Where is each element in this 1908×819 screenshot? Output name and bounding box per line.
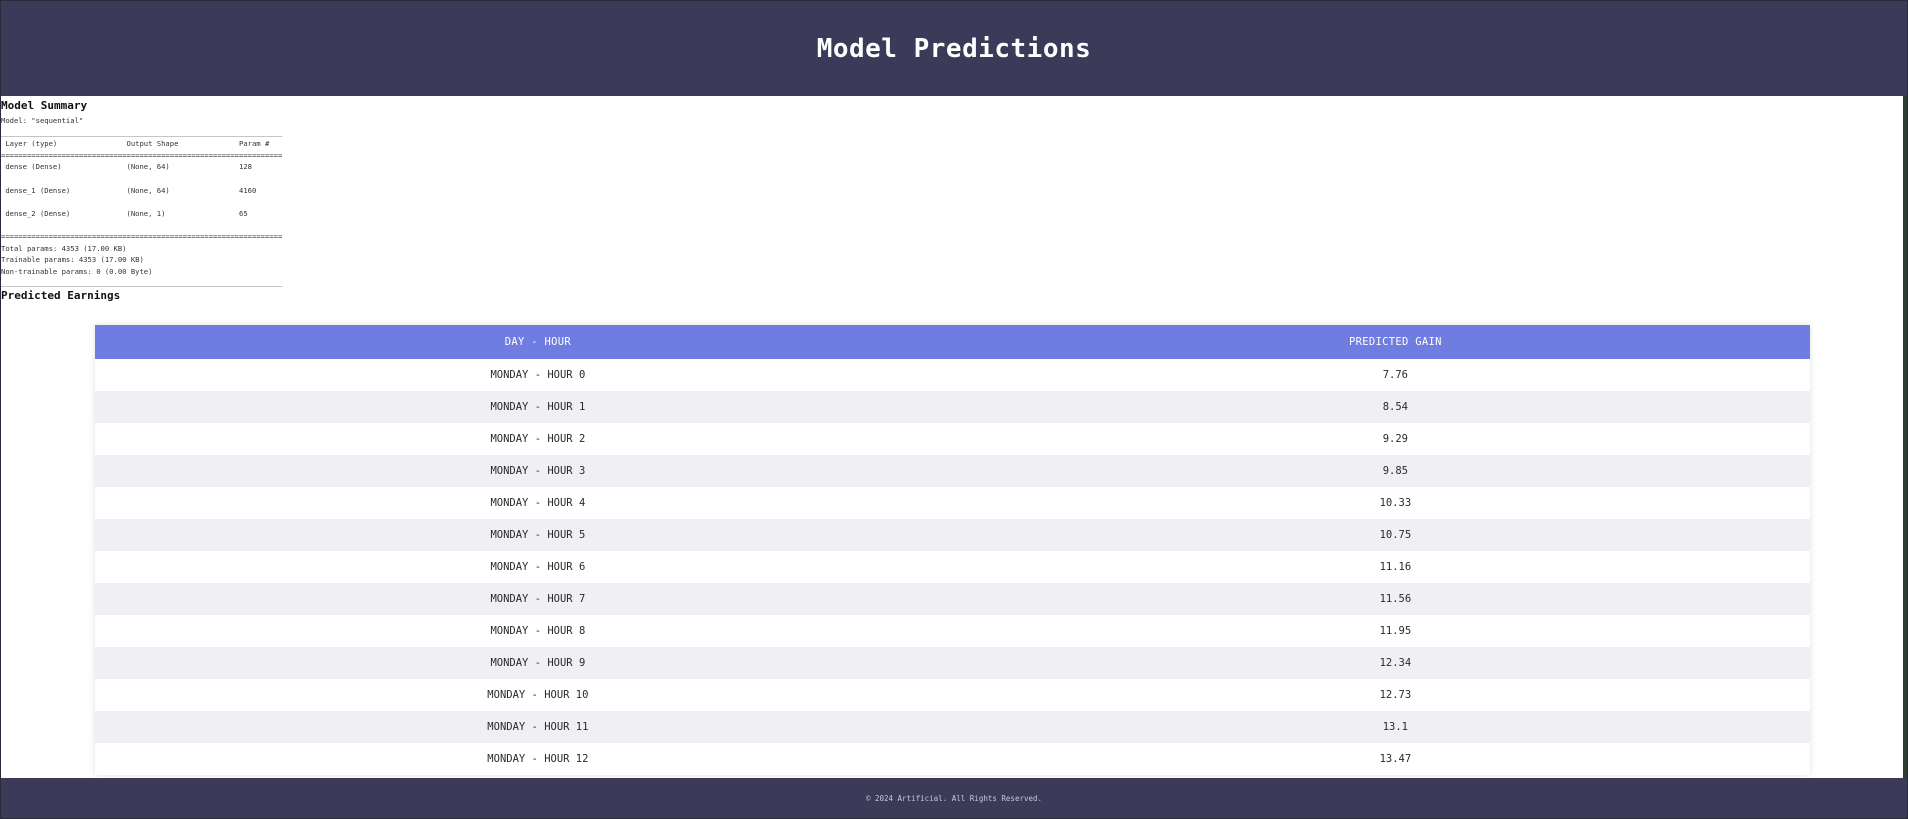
scrollbar-edge (1903, 96, 1907, 778)
page-footer: © 2024 Artificial. All Rights Reserved. (1, 778, 1907, 818)
day-hour-cell: MONDAY - HOUR 11 (95, 711, 981, 743)
column-header-day-hour: DAY - HOUR (95, 325, 981, 359)
day-hour-cell: MONDAY - HOUR 12 (95, 743, 981, 775)
day-hour-cell: MONDAY - HOUR 4 (95, 487, 981, 519)
table-header-row: DAY - HOUR PREDICTED GAIN (95, 325, 1810, 359)
app-window: Model Predictions Model Summary Model: "… (0, 0, 1908, 819)
predictions-table-container: DAY - HOUR PREDICTED GAIN MONDAY - HOUR … (95, 325, 1810, 775)
model-summary-title: Model Summary (1, 99, 88, 112)
predicted-gain-cell: 12.73 (980, 679, 1810, 711)
predicted-gain-cell: 13.1 (980, 711, 1810, 743)
predicted-gain-cell: 9.29 (980, 423, 1810, 455)
predicted-gain-cell: 9.85 (980, 455, 1810, 487)
column-header-predicted-gain: PREDICTED GAIN (980, 325, 1810, 359)
table-row: MONDAY - HOUR 11 13.1 (95, 711, 1810, 743)
day-hour-cell: MONDAY - HOUR 10 (95, 679, 981, 711)
table-row: MONDAY - HOUR 2 9.29 (95, 423, 1810, 455)
table-row: MONDAY - HOUR 4 10.33 (95, 487, 1810, 519)
table-row: MONDAY - HOUR 3 9.85 (95, 455, 1810, 487)
table-row: MONDAY - HOUR 10 12.73 (95, 679, 1810, 711)
predicted-gain-cell: 8.54 (980, 391, 1810, 423)
table-row: MONDAY - HOUR 0 7.76 (95, 359, 1810, 391)
model-summary-text: Model: "sequential" ____________________… (1, 116, 283, 288)
day-hour-cell: MONDAY - HOUR 1 (95, 391, 981, 423)
predicted-gain-cell: 10.75 (980, 519, 1810, 551)
predictions-table: DAY - HOUR PREDICTED GAIN MONDAY - HOUR … (95, 325, 1810, 775)
day-hour-cell: MONDAY - HOUR 9 (95, 647, 981, 679)
main-content[interactable]: Model Summary Model: "sequential" ______… (1, 96, 1903, 778)
table-row: MONDAY - HOUR 7 11.56 (95, 583, 1810, 615)
day-hour-cell: MONDAY - HOUR 2 (95, 423, 981, 455)
copyright-text: © 2024 Artificial. All Rights Reserved. (865, 793, 1043, 803)
day-hour-cell: MONDAY - HOUR 0 (95, 359, 981, 391)
table-row: MONDAY - HOUR 12 13.47 (95, 743, 1810, 775)
table-row: MONDAY - HOUR 8 11.95 (95, 615, 1810, 647)
day-hour-cell: MONDAY - HOUR 8 (95, 615, 981, 647)
predicted-gain-cell: 12.34 (980, 647, 1810, 679)
day-hour-cell: MONDAY - HOUR 3 (95, 455, 981, 487)
table-row: MONDAY - HOUR 6 11.16 (95, 551, 1810, 583)
predicted-gain-cell: 7.76 (980, 359, 1810, 391)
predictions-table-body: MONDAY - HOUR 0 7.76 MONDAY - HOUR 1 8.54 … (95, 359, 1810, 775)
page-header: Model Predictions (1, 1, 1907, 96)
table-row: MONDAY - HOUR 5 10.75 (95, 519, 1810, 551)
day-hour-cell: MONDAY - HOUR 5 (95, 519, 981, 551)
page-title: Model Predictions (816, 33, 1092, 64)
predicted-gain-cell: 11.16 (980, 551, 1810, 583)
predicted-earnings-title: Predicted Earnings (1, 289, 121, 302)
table-row: MONDAY - HOUR 1 8.54 (95, 391, 1810, 423)
predicted-gain-cell: 10.33 (980, 487, 1810, 519)
predicted-gain-cell: 11.56 (980, 583, 1810, 615)
predicted-gain-cell: 13.47 (980, 743, 1810, 775)
predicted-gain-cell: 11.95 (980, 615, 1810, 647)
day-hour-cell: MONDAY - HOUR 7 (95, 583, 981, 615)
table-row: MONDAY - HOUR 9 12.34 (95, 647, 1810, 679)
day-hour-cell: MONDAY - HOUR 6 (95, 551, 981, 583)
